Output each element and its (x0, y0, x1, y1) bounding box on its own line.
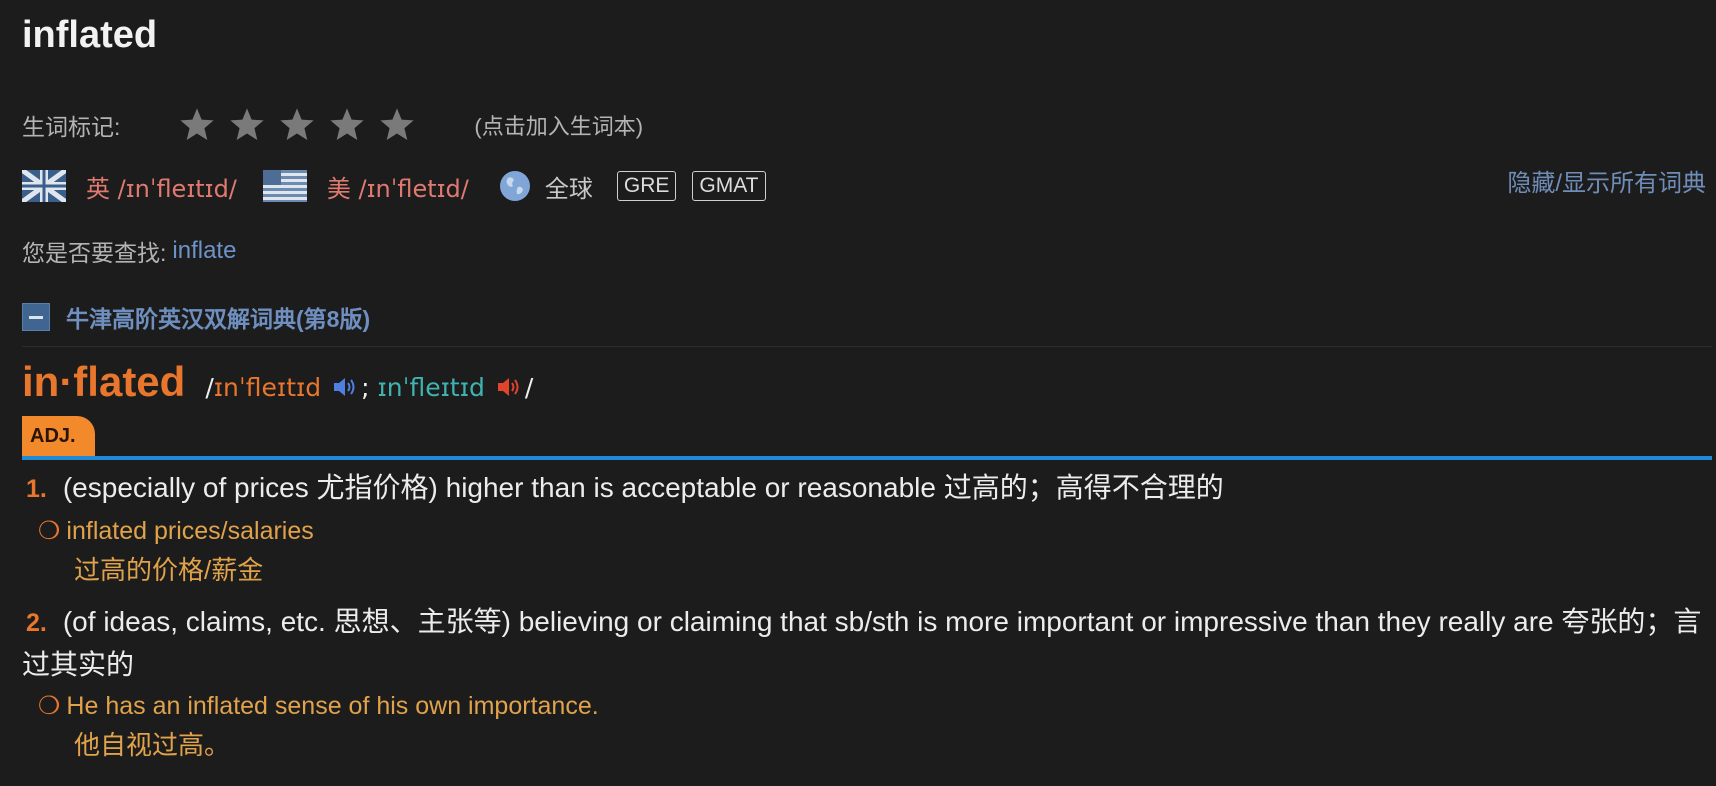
phonetic-british: ɪnˈfleɪtɪd (213, 373, 322, 402)
pronunciation-row: 英 /ɪnˈfleɪtɪd/ 美 /ɪnˈfletɪd/ 全球 GRE GMAT… (22, 163, 1712, 209)
toggle-all-dictionaries-link[interactable]: 隐藏/显示所有词典 (1507, 163, 1706, 198)
example-text: inflated prices/salaries (66, 517, 314, 545)
dictionary-name[interactable]: 牛津高阶英汉双解词典(第8版) (66, 300, 370, 334)
example-text: He has an inflated sense of his own impo… (66, 692, 599, 720)
definition-text: (especially of prices 尤指价格) higher than … (62, 472, 1224, 503)
phonetic-american: ɪnˈfleɪtɪd (377, 373, 485, 402)
dictionary-header: 牛津高阶英汉双解词典(第8版) (22, 300, 370, 334)
uk-pronunciation[interactable]: 英 /ɪnˈfleɪtɪd/ (86, 169, 237, 204)
example: ❍ He has an inflated sense of his own imp… (38, 691, 599, 721)
collapse-icon[interactable] (22, 303, 50, 331)
speaker-icon[interactable] (332, 375, 358, 399)
wordbook-label: 生词标记: (22, 114, 121, 140)
sense-number: 2. (26, 609, 47, 637)
exam-tag-gmat: GMAT (692, 171, 766, 201)
phonetic: /ɪnˈfleɪtɪd ; ɪnˈfleɪtɪd / (205, 373, 533, 402)
star-rating (178, 106, 428, 144)
star-icon[interactable] (278, 106, 316, 144)
globe-icon[interactable] (499, 170, 531, 202)
part-of-speech-divider (22, 456, 1712, 460)
divider (22, 346, 1712, 347)
phonetic-separator: ; (361, 373, 370, 402)
uk-flag-icon[interactable] (22, 170, 66, 202)
star-icon[interactable] (178, 106, 216, 144)
star-icon[interactable] (228, 106, 266, 144)
add-to-wordbook-hint[interactable]: (点击加入生词本) (474, 109, 643, 141)
definition-text: (of ideas, claims, etc. 思想、主张等) believin… (22, 606, 1702, 680)
us-flag-icon[interactable] (262, 170, 307, 202)
exam-tag-gre: GRE (616, 171, 677, 201)
example-bullet-icon: ❍ (38, 516, 61, 545)
suggestion-link[interactable]: inflate (172, 237, 236, 265)
example-translation: 他自视过高。 (74, 730, 231, 760)
wordbook-row: 生词标记: (点击加入生词本) (22, 100, 643, 150)
us-pronunciation[interactable]: 美 /ɪnˈfletɪd/ (327, 169, 469, 204)
headword: in·flated (22, 358, 186, 405)
definition: 1. (especially of prices 尤指价格) higher tha… (22, 467, 1712, 510)
example: ❍ inflated prices/salaries (38, 516, 314, 546)
star-icon[interactable] (328, 106, 366, 144)
global-pronunciation-label[interactable]: 全球 (545, 169, 593, 204)
example-bullet-icon: ❍ (38, 691, 61, 720)
headword-row: in·flated /ɪnˈfleɪtɪd ; ɪnˈfleɪtɪd / (22, 358, 533, 406)
star-icon[interactable] (378, 106, 416, 144)
phonetic-open: / (205, 373, 214, 402)
suggestion-row: 您是否要查找: inflate (22, 234, 236, 268)
sense-number: 1. (26, 475, 47, 503)
speaker-icon[interactable] (496, 375, 522, 399)
word-title: inflated (22, 14, 158, 56)
definition: 2. (of ideas, claims, etc. 思想、主张等) believ… (22, 601, 1712, 686)
example-translation: 过高的价格/薪金 (74, 555, 264, 585)
part-of-speech-tab: ADJ. (22, 416, 95, 456)
suggestion-label: 您是否要查找: (22, 240, 167, 266)
phonetic-close: / (524, 373, 534, 402)
